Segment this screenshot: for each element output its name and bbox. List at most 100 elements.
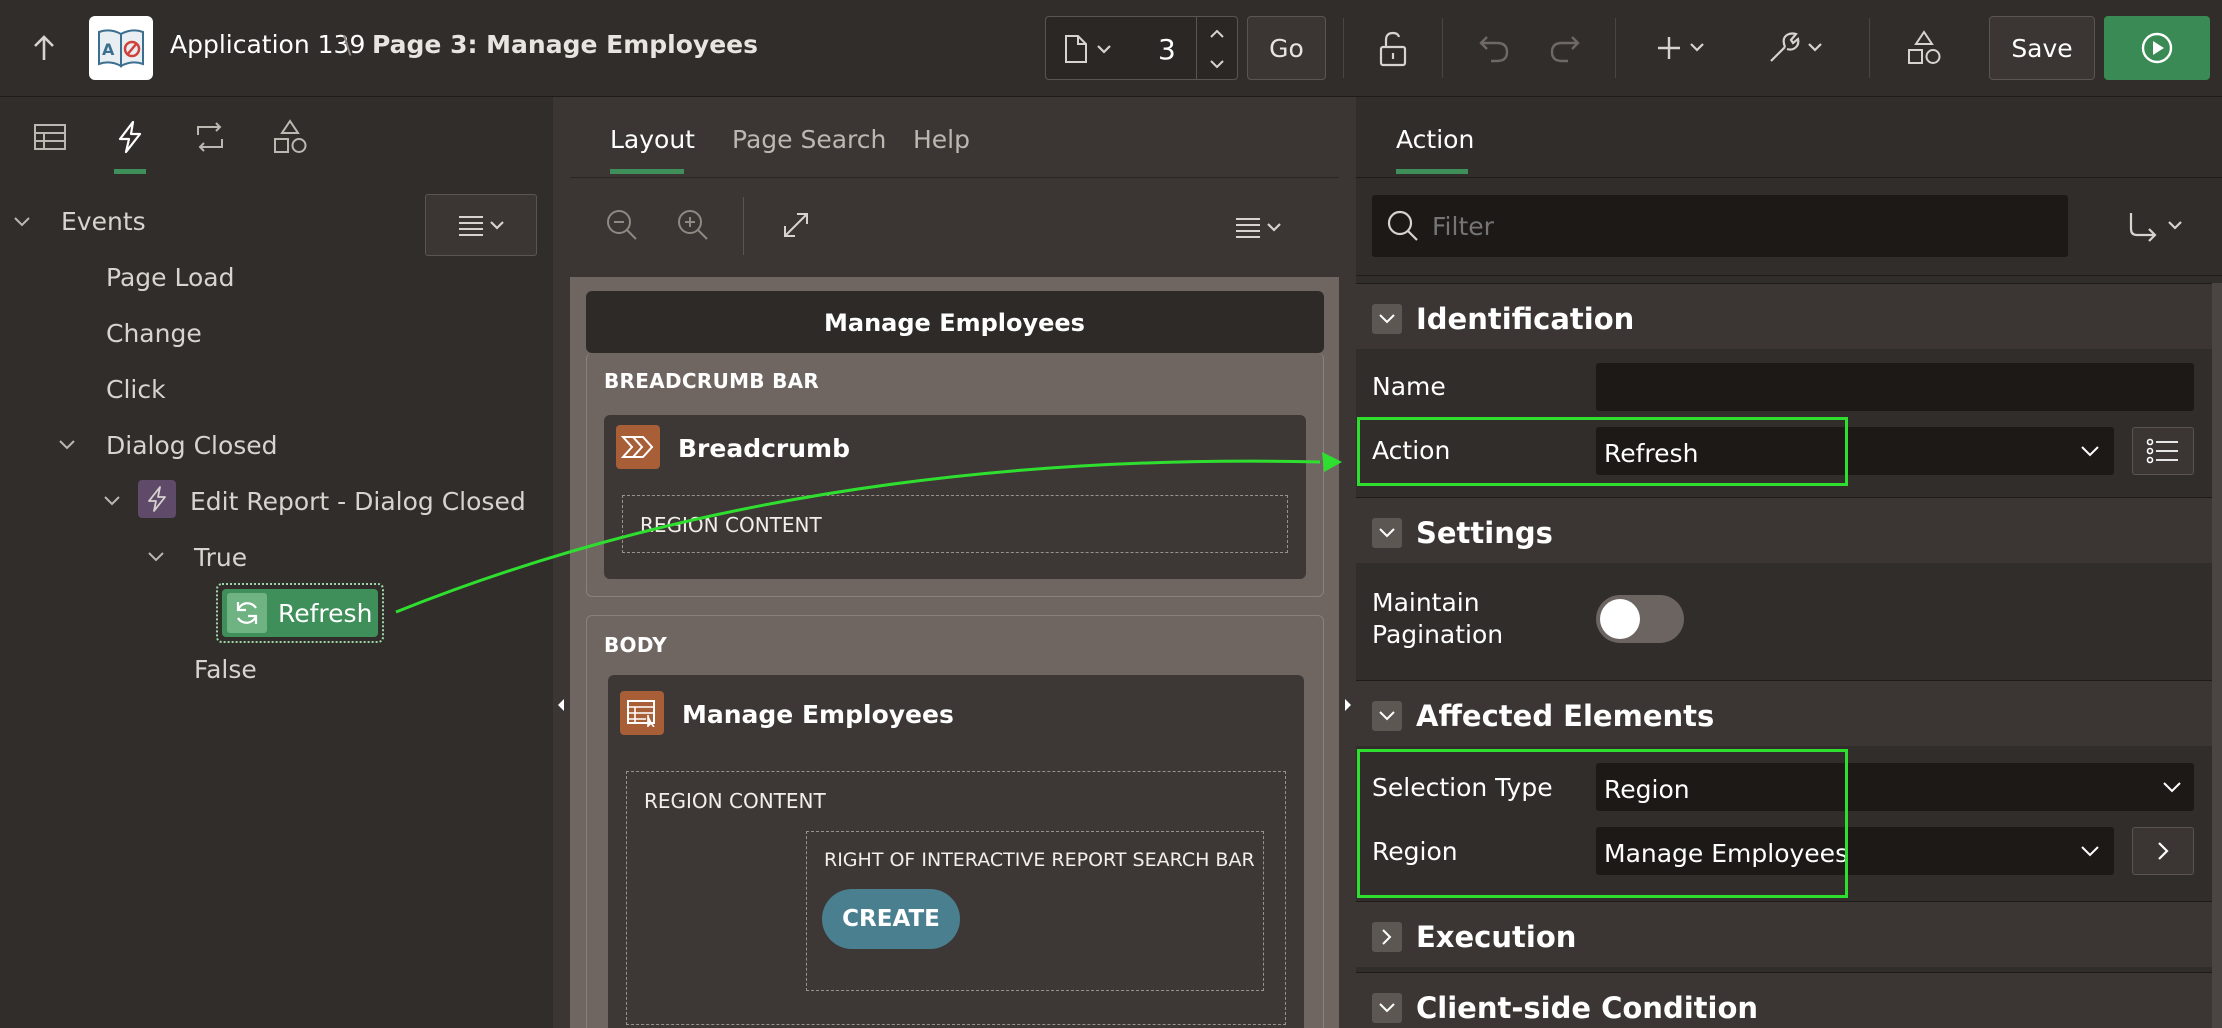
manage-employees-region-title: Manage Employees [682,700,954,729]
page-up-chevron-icon[interactable] [1198,21,1236,47]
section-title: Identification [1416,302,1635,336]
tab-shared-components[interactable] [250,97,330,177]
chevron-down-icon[interactable] [12,212,32,232]
tree-node-page-load[interactable]: Page Load [106,263,234,292]
filter-input-wrapper [1372,195,2068,257]
chevron-down-icon[interactable] [1372,701,1402,731]
scrollbar[interactable] [2212,283,2222,1028]
tree-node-dialog-closed[interactable]: Dialog Closed [106,431,278,460]
collapse-right-icon[interactable] [1343,697,1353,713]
rendering-tree-icon [34,124,66,150]
section-client-side-condition[interactable]: Client-side Condition [1356,972,2222,1028]
tab-processing[interactable] [170,97,250,177]
section-settings[interactable]: Settings [1356,497,2222,563]
interactive-report-icon [620,691,664,735]
filter-input[interactable] [1432,205,2052,247]
go-button[interactable]: Go [1247,16,1326,80]
tree-node-events[interactable]: Events [61,207,146,236]
chevron-down-icon[interactable] [1372,518,1402,548]
chevron-down-icon [2163,782,2181,793]
page-down-chevron-icon[interactable] [1198,51,1236,77]
wrench-icon[interactable] [1763,26,1829,70]
name-field[interactable] [1596,363,2194,411]
list-icon [2146,438,2178,464]
affected-elements-highlight-box [1357,749,1848,898]
shapes-icon [274,119,307,153]
tree-node-refresh-selected[interactable]: Refresh [216,583,384,643]
breadcrumb-bar-label: BREADCRUMB BAR [604,369,820,393]
up-arrow-icon[interactable] [22,28,66,68]
tree-node-edit-report-dialog-closed[interactable]: Edit Report - Dialog Closed [190,487,526,516]
app-name[interactable]: Application 139 [170,30,365,59]
undo-icon[interactable] [1472,26,1516,70]
app-logo-icon[interactable]: A [89,16,153,80]
tree-node-click[interactable]: Click [106,375,166,404]
tree-node-change[interactable]: Change [106,319,202,348]
breadcrumb-icon [616,425,660,469]
right-of-search-bar-label: RIGHT OF INTERACTIVE REPORT SEARCH BAR [824,849,1255,871]
section-affected-elements[interactable]: Affected Elements [1356,680,2222,746]
processing-icon [197,122,223,152]
collapse-left-icon[interactable] [556,697,566,713]
name-label: Name [1372,372,1446,401]
tree-node-false[interactable]: False [194,655,257,684]
unlock-icon[interactable] [1368,26,1418,72]
go-to-region-button[interactable] [2132,827,2194,875]
chevron-down-icon[interactable] [146,547,166,567]
shared-components-icon[interactable] [1900,24,1948,72]
chevron-down-icon [2081,846,2099,857]
tab-dynamic-actions[interactable] [90,97,170,177]
body-label: BODY [604,633,668,657]
page-selector: 3 [1045,16,1238,80]
svg-text:A: A [102,40,115,59]
left-panel-tree: Events Page Load Change Click Dialog Clo… [0,97,553,1028]
menu-lines-icon [459,216,504,236]
tab-layout[interactable]: Layout [610,125,695,154]
layout-panel: Layout Page Search Help Manage Employees… [570,97,1339,1028]
left-splitter[interactable] [553,97,570,1028]
search-icon [1387,210,1418,241]
tab-help[interactable]: Help [913,125,970,154]
tab-action[interactable]: Action [1396,125,1474,154]
section-identification[interactable]: Identification [1356,283,2222,349]
create-plus-dropdown[interactable] [1652,26,1718,70]
zoom-in-icon[interactable] [673,205,713,245]
property-editor-panel: Action Identification Name Action Refres… [1356,97,2222,1028]
section-execution[interactable]: Execution [1356,901,2222,967]
section-title: Client-side Condition [1416,991,1759,1025]
go-to-group-dropdown[interactable] [2116,205,2196,247]
section-title: Settings [1416,516,1553,550]
action-highlight-box [1357,417,1848,486]
layout-menu-button[interactable] [1230,209,1290,245]
section-title: Execution [1416,920,1577,954]
tab-rendering[interactable] [10,97,90,177]
chevron-down-icon [2081,446,2099,457]
region-content-label: REGION CONTENT [644,789,826,813]
layout-canvas: Manage Employees BREADCRUMB BAR Breadcru… [570,277,1339,1028]
tree-menu-button[interactable] [425,194,537,256]
tab-page-search[interactable]: Page Search [732,125,886,154]
run-page-button[interactable] [2104,16,2210,80]
chevron-down-icon[interactable] [57,435,77,455]
lightning-icon [118,120,142,154]
toggle-knob [1600,599,1640,639]
chevron-down-icon[interactable] [1372,304,1402,334]
chevron-right-icon[interactable] [1372,922,1402,952]
dynamic-action-lightning-icon [138,480,176,518]
list-of-values-button[interactable] [2132,427,2194,475]
chevron-down-icon[interactable] [102,491,122,511]
chevron-down-icon[interactable] [1372,993,1402,1023]
page-number-input[interactable]: 3 [1158,33,1176,66]
refresh-node-label: Refresh [278,599,373,628]
create-button[interactable]: CREATE [822,889,960,949]
tree-node-true[interactable]: True [194,543,247,572]
page-type-dropdown[interactable] [1058,29,1118,69]
zoom-out-icon[interactable] [602,205,642,245]
save-button[interactable]: Save [1989,16,2095,80]
chevron-right-icon [2158,842,2169,860]
refresh-icon [227,593,267,633]
expand-icon[interactable] [776,205,816,245]
right-splitter[interactable] [1339,97,1356,1028]
redo-icon[interactable] [1543,26,1587,70]
maintain-pagination-toggle[interactable] [1596,595,1684,643]
